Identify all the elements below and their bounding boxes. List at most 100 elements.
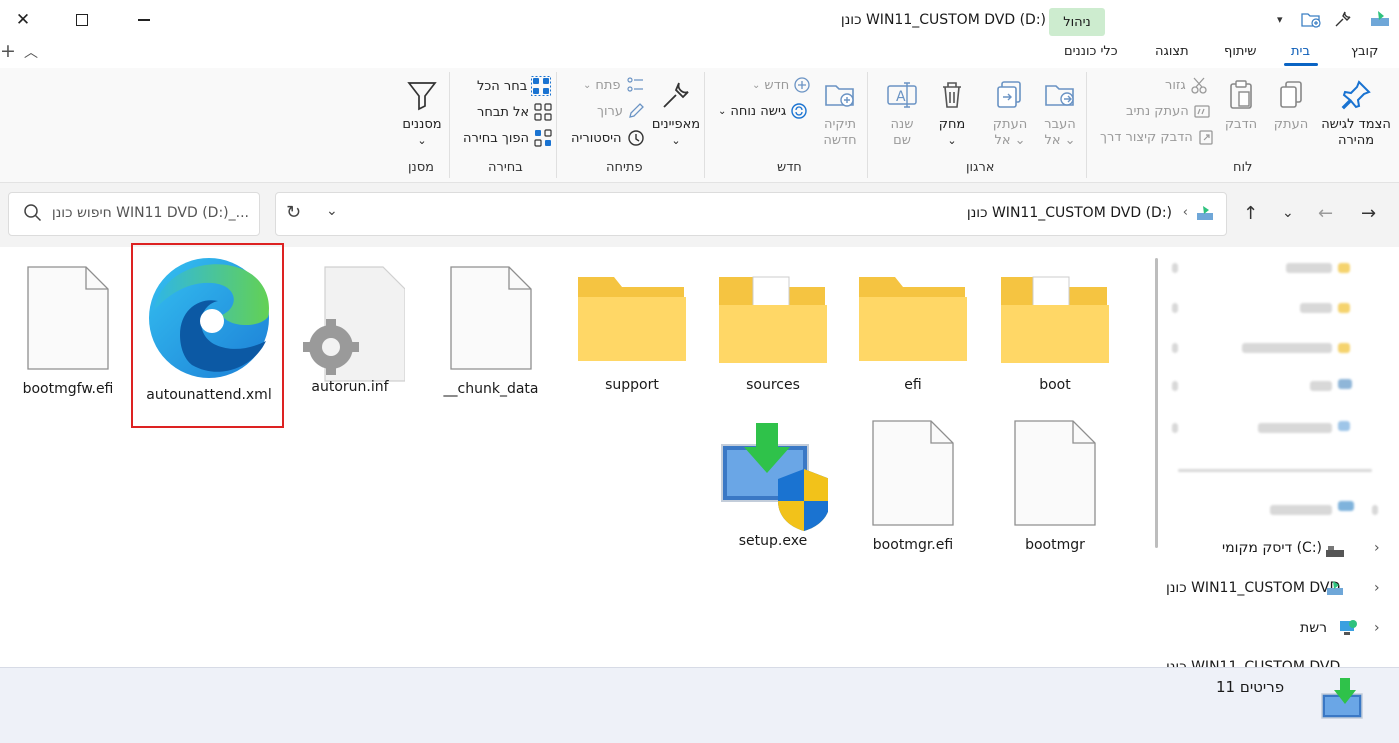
address-dropdown[interactable]: ⌄ [326, 203, 338, 219]
group-label-filter: מסנן [408, 160, 435, 175]
easy-access-button[interactable]: גישה נוחה ⌄ [718, 102, 808, 120]
invert-selection-label: הפוך בחירה [463, 130, 530, 146]
paste-button[interactable]: הדבק [1220, 78, 1262, 133]
file-item[interactable]: bootmgr.efi [843, 419, 983, 553]
file-name: bootmgr [1025, 537, 1085, 553]
file-name: support [605, 377, 659, 393]
tab-drive-tools[interactable]: כלי כוננים [1064, 44, 1118, 59]
invert-selection-icon [534, 129, 552, 147]
navigation-pane: דיסק מקומי (C:) › כונן WIN11_CUSTOM DVD … [1166, 247, 1399, 667]
collapse-ribbon-button[interactable]: ︿ [24, 42, 38, 62]
minimize-button[interactable] [121, 0, 167, 40]
delete-label: מחק [938, 117, 966, 132]
back-button[interactable]: → [1361, 203, 1376, 224]
move-to-icon [1045, 85, 1074, 106]
search-box[interactable]: חיפוש כונן WIN11 DVD (D:)_... [8, 192, 260, 236]
move-to-button[interactable]: העבר אל ⌄ [1038, 78, 1082, 149]
forward-button[interactable]: ← [1318, 203, 1333, 224]
tab-view[interactable]: תצוגה [1155, 44, 1189, 59]
search-input[interactable]: חיפוש כונן WIN11 DVD (D:)_... [52, 205, 249, 221]
file-item[interactable]: __chunk_data [421, 265, 561, 397]
file-icon [450, 266, 532, 370]
file-item[interactable]: bootmgr [985, 419, 1125, 553]
close-button[interactable]: ✕ [0, 0, 46, 40]
copy-label: העתק [1273, 117, 1309, 132]
nav-item-dvd-expanded[interactable]: כונן WIN11_CUSTOM DVD [1166, 659, 1340, 667]
title-bar: ✕ ניהול כונן WIN11_CUSTOM DVD (D:) ▾ [0, 0, 1399, 40]
maximize-button[interactable] [59, 0, 105, 40]
qat-dropdown[interactable]: ▾ [1277, 9, 1283, 27]
dvd-drive-icon [1326, 580, 1344, 600]
rename-label: שנה [890, 117, 914, 132]
group-label-new: חדש [777, 160, 802, 175]
new-tab-button[interactable]: + [0, 40, 16, 62]
manage-contextual-tab[interactable]: ניהול [1049, 8, 1105, 36]
cut-button[interactable]: גזור [1165, 76, 1208, 94]
nav-item-dvd[interactable]: כונן WIN11_CUSTOM DVD [1166, 580, 1340, 596]
new-folder-label-2: חדשה [823, 133, 857, 148]
select-none-button[interactable]: אל תבחר [477, 102, 553, 122]
open-icon [626, 77, 643, 92]
history-button[interactable]: היסטוריה [571, 128, 646, 148]
delete-button[interactable]: מחק ⌄ [930, 78, 974, 149]
copy-button[interactable]: העתק [1270, 78, 1312, 133]
copy-path-label: העתק נתיב [1126, 103, 1189, 119]
nav-item-local-disk[interactable]: דיסק מקומי (C:) [1222, 540, 1322, 556]
file-item[interactable]: efi [843, 269, 983, 393]
open-button[interactable]: פתח ⌄ [583, 76, 645, 94]
tab-home[interactable]: בית [1291, 44, 1310, 59]
new-folder-button[interactable]: תיקיה חדשה [817, 78, 863, 149]
pin-icon [1341, 80, 1371, 110]
edit-button[interactable]: ערוך [597, 102, 645, 120]
file-item[interactable]: boot [985, 269, 1125, 393]
rename-label-2: שם [893, 133, 911, 148]
rename-button[interactable]: A שנה שם [880, 78, 924, 149]
refresh-button[interactable]: ↻ [286, 202, 301, 223]
file-item[interactable]: setup.exe [703, 419, 843, 549]
chevron-right-icon[interactable]: › [1374, 620, 1380, 636]
file-item[interactable]: sources [703, 269, 843, 393]
folder-icon [578, 277, 686, 361]
tab-file[interactable]: קובץ [1351, 44, 1378, 59]
arrow-left-icon: ← [1318, 203, 1334, 224]
pencil-icon [629, 103, 644, 118]
properties-button[interactable]: מאפיינים ⌄ [650, 78, 702, 149]
filters-button[interactable]: מסננים ⌄ [398, 78, 446, 149]
qat-properties[interactable] [1333, 9, 1353, 33]
dvd-drive-icon [1320, 676, 1366, 726]
vertical-scrollbar[interactable] [1155, 258, 1158, 548]
up-button[interactable]: ↑ [1243, 203, 1258, 224]
file-item[interactable]: bootmgfw.efi [0, 265, 138, 397]
select-all-button[interactable]: בחר הכל [477, 76, 552, 96]
invert-selection-button[interactable]: הפוך בחירה [463, 128, 553, 148]
rename-icon: A [887, 82, 917, 108]
filter-icon [407, 82, 437, 111]
chevron-left-icon: ‹ [1182, 205, 1188, 220]
address-bar[interactable]: ‹ כונן WIN11_CUSTOM DVD (D:) ⌄ ↻ [275, 192, 1227, 236]
chevron-right-icon[interactable]: › [1374, 580, 1380, 596]
blurred-pin [1172, 423, 1178, 433]
pin-quick-access-button[interactable]: הצמד לגישה מהירה [1316, 78, 1396, 149]
chevron-down-icon: ⌄ [752, 79, 761, 91]
nav-item-network[interactable]: רשת [1300, 620, 1327, 636]
properties-chevron: ⌄ [671, 134, 681, 147]
paste-shortcut-button[interactable]: הדבק קיצור דרך [1100, 128, 1215, 146]
file-icon [1014, 420, 1096, 526]
new-item-button[interactable]: חדש ⌄ [752, 76, 811, 94]
chevron-down-icon: ⌄ [1282, 205, 1294, 221]
hard-drive-icon [1325, 543, 1345, 562]
tab-share[interactable]: שיתוף [1224, 44, 1257, 59]
nav-label: כונן WIN11_CUSTOM DVD [1166, 580, 1341, 596]
blurred-pin [1172, 343, 1178, 353]
arrow-right-icon: → [1361, 203, 1377, 224]
file-item[interactable]: support [562, 269, 702, 393]
file-item[interactable]: autorun.inf [280, 265, 420, 395]
recent-locations-button[interactable]: ⌄ [1282, 205, 1294, 221]
address-path[interactable]: כונן WIN11_CUSTOM DVD (D:) [967, 205, 1172, 221]
chevron-right-icon[interactable]: › [1374, 540, 1380, 556]
qat-new-folder[interactable] [1300, 9, 1322, 33]
copy-path-button[interactable]: העתק נתיב [1126, 102, 1211, 120]
active-tab-indicator [1284, 63, 1318, 66]
group-label-select: בחירה [488, 160, 523, 175]
copy-to-button[interactable]: העתק אל ⌄ [988, 78, 1032, 149]
